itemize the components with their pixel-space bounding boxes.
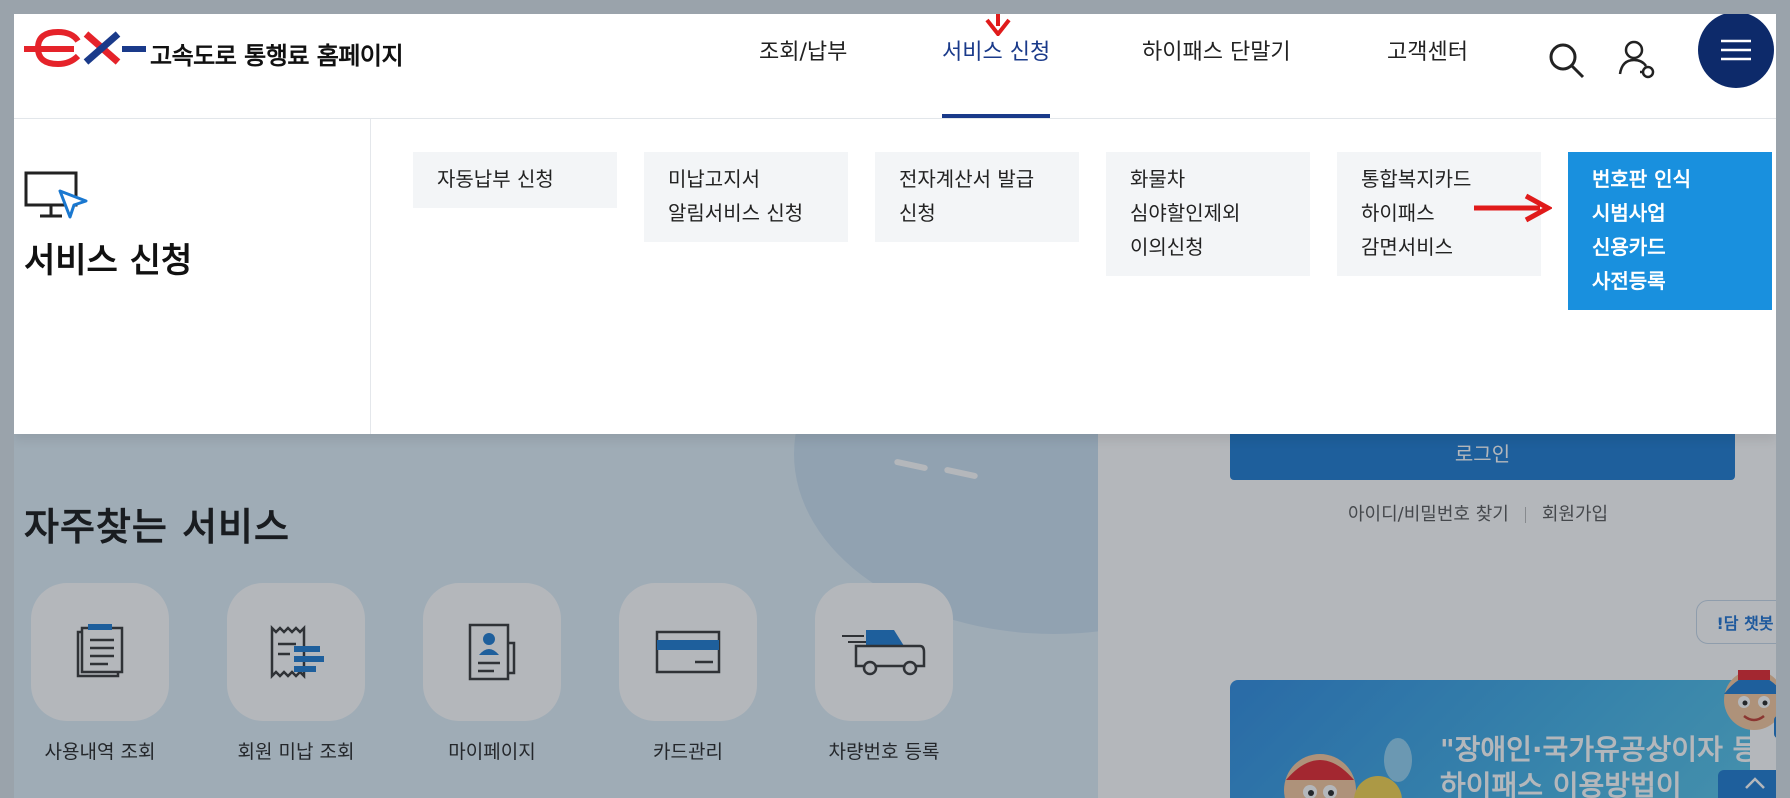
monitor-cursor-icon bbox=[24, 171, 88, 219]
mega-menu: 서비스 신청 자동납부 신청 미납고지서 알림서비스 신청 전자계산서 발급 신… bbox=[14, 119, 1776, 434]
menu-auto-payment[interactable]: 자동납부 신청 bbox=[413, 152, 617, 208]
mega-menu-title: 서비스 신청 bbox=[24, 241, 193, 281]
menu-e-invoice[interactable]: 전자계산서 발급 신청 bbox=[875, 152, 1079, 242]
user-icon[interactable] bbox=[1618, 40, 1658, 80]
page: 자주찾는 서비스 사용내역 조회 회원 미납 조회 마이페이지 카드관리 차량번… bbox=[14, 14, 1776, 798]
nav-hipass-terminal[interactable]: 하이패스 단말기 bbox=[1142, 34, 1291, 118]
mega-menu-side: 서비스 신청 bbox=[14, 119, 371, 434]
nav-service-application[interactable]: 서비스 신청 bbox=[942, 34, 1051, 118]
nav-inquiry-payment[interactable]: 조회/납부 bbox=[759, 34, 847, 118]
site-title[interactable]: 고속도로 통행료 홈페이지 bbox=[150, 36, 404, 71]
menu-icon bbox=[1721, 39, 1751, 61]
menu-unpaid-notice-alert[interactable]: 미납고지서 알림서비스 신청 bbox=[644, 152, 848, 242]
ex-logo-icon[interactable] bbox=[24, 28, 150, 68]
dim-overlay bbox=[14, 434, 1776, 798]
annotation-arrow-icon bbox=[1474, 193, 1552, 223]
site-header: 고속도로 통행료 홈페이지 조회/납부 서비스 신청 하이패스 단말기 고객센터 bbox=[14, 14, 1776, 119]
menu-button[interactable] bbox=[1698, 14, 1774, 88]
menu-truck-night-discount-appeal[interactable]: 화물차 심야할인제외 이의신청 bbox=[1106, 152, 1310, 276]
annotation-arrow-icon bbox=[985, 14, 1011, 36]
menu-plate-recognition-card-preregistration[interactable]: 번호판 인식 시범사업 신용카드 사전등록 bbox=[1568, 152, 1772, 310]
nav-customer-center[interactable]: 고객센터 bbox=[1387, 34, 1468, 118]
search-icon[interactable] bbox=[1548, 42, 1586, 80]
